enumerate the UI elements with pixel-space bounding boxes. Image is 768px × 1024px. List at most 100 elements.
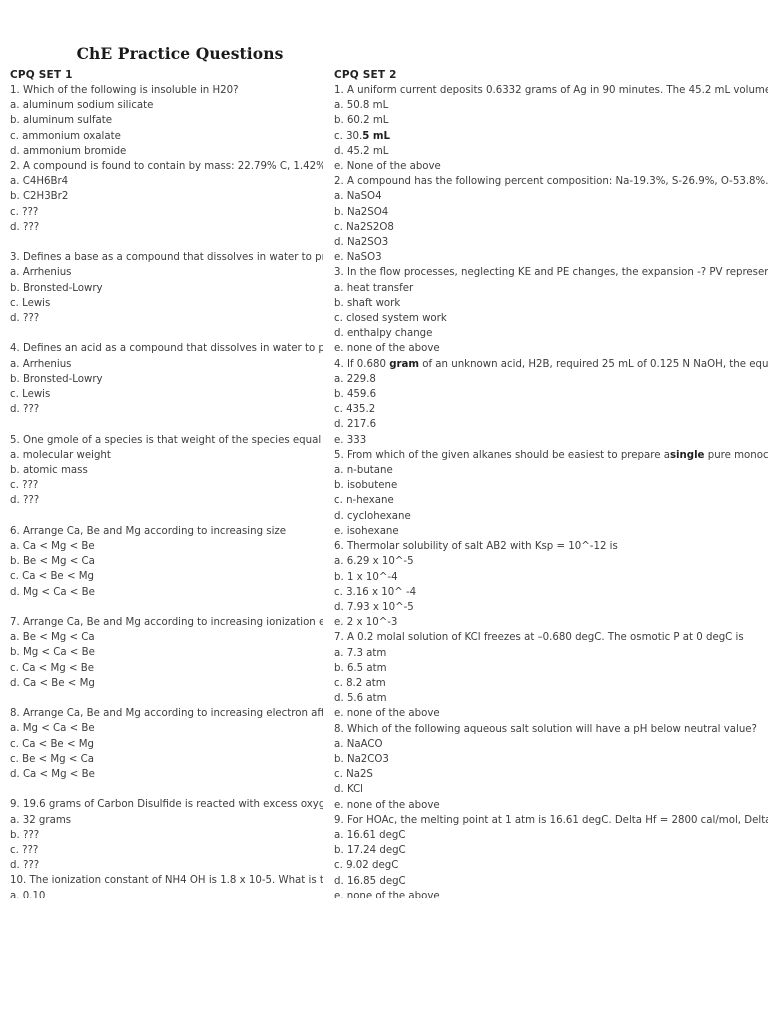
- question-line: b. 6.5 atm: [334, 662, 387, 674]
- question-line: 5. One gmole of a species is that weight…: [10, 434, 323, 446]
- question-line: 3. In the flow processes, neglecting KE …: [334, 267, 768, 279]
- question-line: a. Arrhenius: [10, 267, 72, 279]
- question-line: c. n-hexane: [334, 495, 394, 507]
- question-line: c. 30.5 mL: [334, 129, 768, 144]
- question-line: d. ???: [10, 860, 40, 872]
- question-line: 8. Arrange Ca, Be and Mg according to in…: [10, 708, 323, 720]
- question-line: a. Mg < Ca < Be: [10, 723, 95, 735]
- question-line: b. Bronsted-Lowry: [10, 373, 103, 385]
- question-columns: CPQ SET 1 1. Which of the following is i…: [0, 68, 768, 898]
- set-2-header: CPQ SET 2: [334, 69, 397, 81]
- column-cpq-set-2: CPQ SET 2 1. A uniform current deposits …: [334, 68, 768, 898]
- question-line: 6. Thermolar solubility of salt AB2 with…: [334, 541, 618, 553]
- question-line: c. Lewis: [10, 389, 51, 401]
- question-line: d. ammonium bromide: [10, 145, 127, 157]
- question-line: a. 7.3 atm: [334, 647, 387, 659]
- question-line: e. none of the above: [334, 343, 440, 355]
- question-line: b. 60.2 mL: [334, 115, 389, 127]
- question-line: e. isohexane: [334, 525, 399, 537]
- column-cpq-set-1: CPQ SET 1 1. Which of the following is i…: [10, 68, 323, 898]
- question-line: 9. 19.6 grams of Carbon Disulfide is rea…: [10, 799, 323, 811]
- question-line: c. Lewis: [10, 297, 51, 309]
- question-line: d. Ca < Be < Mg: [10, 677, 95, 689]
- question-line: c. closed system work: [334, 313, 447, 325]
- question-line: e. 333: [334, 434, 367, 446]
- question-line: a. 6.29 x 10^-5: [334, 556, 414, 568]
- question-line: a. 229.8: [334, 373, 376, 385]
- question-line: e. none of the above: [334, 708, 440, 720]
- question-line: e. None of the above: [334, 161, 441, 173]
- question-line: a. heat transfer: [334, 282, 414, 294]
- question-line: 5. From which of the given alkanes shoul…: [334, 448, 768, 463]
- question-line: d. Na2SO3: [334, 237, 389, 249]
- emphasized-text: 5 mL: [362, 130, 391, 142]
- question-line: 3. Defines a base as a compound that dis…: [10, 252, 323, 264]
- emphasized-text: single: [669, 449, 705, 461]
- question-line: c. ???: [10, 845, 39, 857]
- question-line: a. 0.10: [10, 890, 46, 898]
- line-text: of an unknown acid, H2B, required 25 mL …: [419, 358, 768, 370]
- question-line: d. enthalpy change: [334, 328, 433, 340]
- question-line: a. 32 grams: [10, 814, 72, 826]
- question-line: d. ???: [10, 313, 40, 325]
- question-line: e. NaSO3: [334, 252, 382, 264]
- question-line: 1. Which of the following is insoluble i…: [10, 85, 239, 96]
- question-line: d. KCl: [334, 784, 364, 796]
- question-line: c. ammonium oxalate: [10, 130, 121, 142]
- question-line: 2. A compound has the following percent …: [334, 176, 768, 188]
- question-line: a. NaSO4: [334, 191, 382, 203]
- question-line: c. Na2S: [334, 769, 373, 781]
- question-line: a. NaACO: [334, 738, 383, 750]
- question-line: d. 16.85 degC: [334, 875, 406, 887]
- question-line: d. 5.6 atm: [334, 693, 387, 705]
- question-line: 7. A 0.2 molal solution of KCl freezes a…: [334, 632, 744, 644]
- question-line: b. Be < Mg < Ca: [10, 556, 95, 568]
- question-line: c. ???: [10, 480, 39, 492]
- question-line: b. 17.24 degC: [334, 845, 406, 857]
- question-line: d. cyclohexane: [334, 510, 411, 522]
- question-line: a. Arrhenius: [10, 358, 72, 370]
- question-line: e. none of the above: [334, 799, 440, 811]
- line-text: 4. If 0.680: [334, 358, 390, 370]
- question-line: a. molecular weight: [10, 449, 111, 461]
- question-line: b. C2H3Br2: [10, 191, 69, 203]
- question-line: d. Ca < Mg < Be: [10, 769, 95, 781]
- question-line: a. 16.61 degC: [334, 829, 406, 841]
- question-line: d. ???: [10, 221, 40, 233]
- question-line: a. n-butane: [334, 465, 393, 477]
- emphasized-text: gram: [389, 358, 420, 370]
- question-line: 1. A uniform current deposits 0.6332 gra…: [334, 85, 768, 96]
- question-line: d. ???: [10, 404, 40, 416]
- question-line: 8. Which of the following aqueous salt s…: [334, 723, 757, 735]
- question-line: b. ???: [10, 829, 40, 841]
- question-line: b. isobutene: [334, 480, 398, 492]
- set-1-lines: 1. Which of the following is insoluble i…: [10, 83, 323, 898]
- set-1-header: CPQ SET 1: [10, 69, 73, 81]
- question-line: c. ???: [10, 206, 39, 218]
- line-text: c. 30.: [334, 130, 363, 142]
- document-page: ChE Practice Questions CPQ SET 1 1. Whic…: [0, 0, 768, 1024]
- question-line: d. ???: [10, 495, 40, 507]
- question-line: a. aluminum sodium silicate: [10, 100, 154, 112]
- question-line: b. Na2CO3: [334, 753, 389, 765]
- question-line: b. 1 x 10^-4: [334, 571, 398, 583]
- question-line: b. shaft work: [334, 297, 401, 309]
- question-line: 4. If 0.680 gram of an unknown acid, H2B…: [334, 357, 768, 372]
- question-line: 6. Arrange Ca, Be and Mg according to in…: [10, 525, 287, 537]
- question-line: c. Na2S2O8: [334, 221, 394, 233]
- question-line: d. Mg < Ca < Be: [10, 586, 95, 598]
- question-line: c. 8.2 atm: [334, 677, 386, 689]
- question-line: b. Mg < Ca < Be: [10, 647, 95, 659]
- question-line: 2. A compound is found to contain by mas…: [10, 161, 323, 173]
- question-line: b. 459.6: [334, 389, 377, 401]
- question-line: b. Na2SO4: [334, 206, 389, 218]
- question-line: c. 9.02 degC: [334, 860, 399, 872]
- line-text: pure monochlo: [707, 449, 768, 461]
- question-line: c. 435.2: [334, 404, 376, 416]
- question-line: d. 45.2 mL: [334, 145, 389, 157]
- question-line: a. Be < Mg < Ca: [10, 632, 95, 644]
- question-line: a. Ca < Mg < Be: [10, 541, 95, 553]
- question-line: d. 217.6: [334, 419, 377, 431]
- question-line: c. 3.16 x 10^ -4: [334, 586, 417, 598]
- question-line: c. Be < Mg < Ca: [10, 753, 94, 765]
